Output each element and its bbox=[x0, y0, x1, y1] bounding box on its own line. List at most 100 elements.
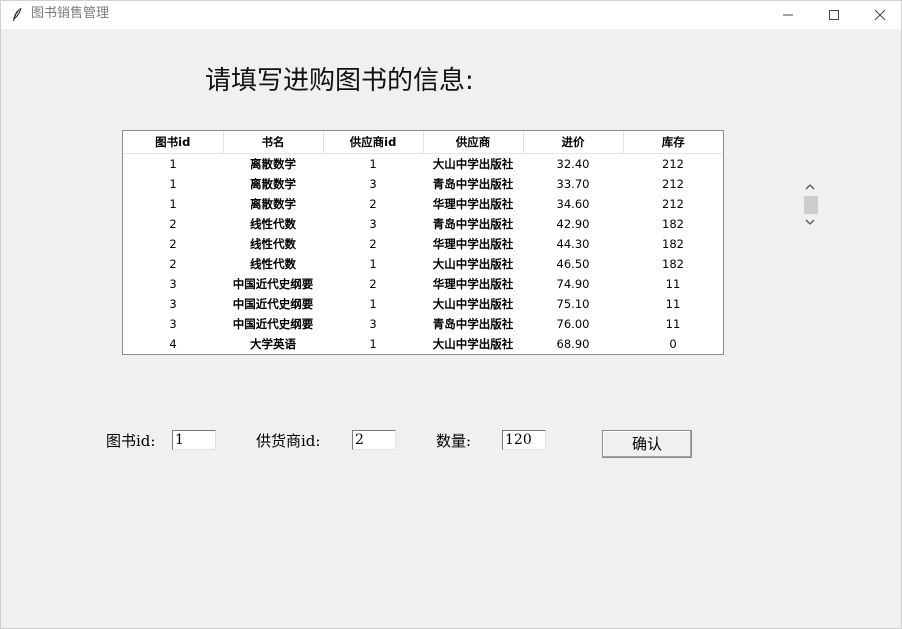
table-row[interactable]: 2 线性代数 2 华理中学出版社 44.30 182 bbox=[123, 234, 723, 254]
cell-price: 68.90 bbox=[556, 337, 590, 351]
cell-supplier-id: 2 bbox=[369, 237, 377, 251]
cell-price: 33.70 bbox=[556, 177, 590, 191]
cell-book-id: 3 bbox=[169, 317, 177, 331]
cell-price: 76.00 bbox=[556, 317, 590, 331]
cell-book-name: 中国近代史纲要 bbox=[232, 297, 314, 311]
cell-price: 44.30 bbox=[556, 237, 590, 251]
cell-stock: 182 bbox=[662, 237, 684, 251]
app-window: 图书销售管理 请填写进购图书的信息: 图书id 书名 供应商id 供应商 进价 … bbox=[0, 0, 902, 629]
cell-book-id: 2 bbox=[169, 217, 177, 231]
cell-price: 74.90 bbox=[556, 277, 590, 291]
cell-stock: 182 bbox=[662, 217, 684, 231]
cell-supplier: 华理中学出版社 bbox=[432, 277, 514, 291]
column-header-book-id[interactable]: 图书id bbox=[123, 131, 224, 154]
cell-price: 32.40 bbox=[556, 157, 590, 171]
cell-supplier: 大山中学出版社 bbox=[432, 297, 514, 311]
feather-icon bbox=[11, 7, 23, 23]
table-row[interactable]: 3 中国近代史纲要 3 青岛中学出版社 76.00 11 bbox=[123, 314, 723, 334]
cell-supplier-id: 1 bbox=[369, 157, 377, 171]
cell-book-name: 中国近代史纲要 bbox=[232, 317, 314, 331]
cell-price: 34.60 bbox=[556, 197, 590, 211]
cell-book-name: 线性代数 bbox=[250, 237, 296, 251]
close-button[interactable] bbox=[857, 1, 902, 29]
cell-book-id: 2 bbox=[169, 237, 177, 251]
maximize-icon bbox=[829, 10, 839, 20]
cell-book-name: 离散数学 bbox=[250, 177, 296, 191]
cell-supplier-id: 2 bbox=[369, 277, 377, 291]
cell-supplier-id: 3 bbox=[369, 317, 377, 331]
column-header-book-name[interactable]: 书名 bbox=[223, 131, 324, 154]
cell-supplier: 青岛中学出版社 bbox=[432, 177, 514, 191]
book-id-label: 图书id: bbox=[106, 432, 156, 450]
cell-book-name: 线性代数 bbox=[250, 217, 296, 231]
table-header-row: 图书id 书名 供应商id 供应商 进价 库存 bbox=[123, 131, 723, 154]
table-row[interactable]: 4 大学英语 1 大山中学出版社 68.90 0 bbox=[123, 334, 723, 354]
book-supplier-table[interactable]: 图书id 书名 供应商id 供应商 进价 库存 1 离散数学 1 大山中学出版社 32.… bbox=[122, 130, 724, 355]
cell-stock: 11 bbox=[665, 297, 681, 311]
table-row[interactable]: 2 线性代数 3 青岛中学出版社 42.90 182 bbox=[123, 214, 723, 234]
table-row[interactable]: 1 离散数学 2 华理中学出版社 34.60 212 bbox=[123, 194, 723, 214]
title-bar[interactable]: 图书销售管理 bbox=[1, 1, 901, 29]
cell-supplier-id: 1 bbox=[369, 257, 377, 271]
cell-supplier-id: 3 bbox=[369, 177, 377, 191]
cell-stock: 11 bbox=[665, 317, 681, 331]
cell-supplier: 大山中学出版社 bbox=[432, 257, 514, 271]
table-row[interactable]: 3 中国近代史纲要 2 华理中学出版社 74.90 11 bbox=[123, 274, 723, 294]
chevron-up-icon[interactable] bbox=[805, 183, 815, 191]
vertical-scrollbar[interactable] bbox=[802, 181, 818, 229]
column-header-stock[interactable]: 库存 bbox=[623, 131, 723, 154]
cell-supplier: 华理中学出版社 bbox=[432, 197, 514, 211]
cell-supplier: 大山中学出版社 bbox=[432, 157, 514, 171]
cell-supplier: 青岛中学出版社 bbox=[432, 217, 514, 231]
cell-price: 46.50 bbox=[556, 257, 590, 271]
minimize-button[interactable] bbox=[765, 1, 811, 29]
minimize-icon bbox=[783, 14, 793, 16]
cell-stock: 0 bbox=[669, 337, 677, 351]
cell-book-name: 大学英语 bbox=[250, 337, 296, 351]
table-row[interactable]: 3 中国近代史纲要 1 大山中学出版社 75.10 11 bbox=[123, 294, 723, 314]
cell-book-id: 3 bbox=[169, 277, 177, 291]
cell-price: 75.10 bbox=[556, 297, 590, 311]
table-row[interactable]: 1 离散数学 1 大山中学出版社 32.40 212 bbox=[123, 154, 723, 175]
column-header-supplier[interactable]: 供应商 bbox=[423, 131, 524, 154]
quantity-input[interactable] bbox=[502, 430, 546, 450]
cell-price: 42.90 bbox=[556, 217, 590, 231]
cell-book-id: 1 bbox=[169, 177, 177, 191]
cell-supplier-id: 1 bbox=[369, 337, 377, 351]
cell-book-id: 4 bbox=[169, 337, 177, 351]
scrollbar-thumb[interactable] bbox=[804, 196, 818, 214]
supplier-id-input[interactable] bbox=[352, 430, 396, 450]
page-heading: 请填写进购图书的信息: bbox=[205, 66, 474, 96]
cell-supplier-id: 2 bbox=[369, 197, 377, 211]
cell-stock: 11 bbox=[665, 277, 681, 291]
supplier-id-label: 供货商id: bbox=[256, 432, 321, 450]
cell-book-id: 1 bbox=[169, 157, 177, 171]
cell-supplier: 大山中学出版社 bbox=[432, 337, 514, 351]
cell-stock: 182 bbox=[662, 257, 684, 271]
cell-book-id: 2 bbox=[169, 257, 177, 271]
cell-stock: 212 bbox=[662, 197, 684, 211]
cell-book-id: 3 bbox=[169, 297, 177, 311]
cell-book-name: 离散数学 bbox=[250, 197, 296, 211]
maximize-button[interactable] bbox=[811, 1, 857, 29]
table-row[interactable]: 2 线性代数 1 大山中学出版社 46.50 182 bbox=[123, 254, 723, 274]
chevron-down-icon[interactable] bbox=[805, 218, 815, 226]
quantity-label: 数量: bbox=[436, 432, 472, 450]
confirm-button[interactable]: 确认 bbox=[602, 430, 692, 458]
cell-stock: 212 bbox=[662, 157, 684, 171]
cell-supplier: 华理中学出版社 bbox=[432, 237, 514, 251]
cell-stock: 212 bbox=[662, 177, 684, 191]
window-title: 图书销售管理 bbox=[31, 6, 110, 21]
close-icon bbox=[874, 9, 886, 21]
table-row[interactable]: 1 离散数学 3 青岛中学出版社 33.70 212 bbox=[123, 174, 723, 194]
cell-supplier-id: 1 bbox=[369, 297, 377, 311]
column-header-price[interactable]: 进价 bbox=[523, 131, 624, 154]
cell-supplier-id: 3 bbox=[369, 217, 377, 231]
cell-book-name: 中国近代史纲要 bbox=[232, 277, 314, 291]
cell-book-id: 1 bbox=[169, 197, 177, 211]
cell-book-name: 线性代数 bbox=[250, 257, 296, 271]
cell-supplier: 青岛中学出版社 bbox=[432, 317, 514, 331]
book-id-input[interactable] bbox=[172, 430, 216, 450]
cell-book-name: 离散数学 bbox=[250, 157, 296, 171]
column-header-supplier-id[interactable]: 供应商id bbox=[323, 131, 424, 154]
